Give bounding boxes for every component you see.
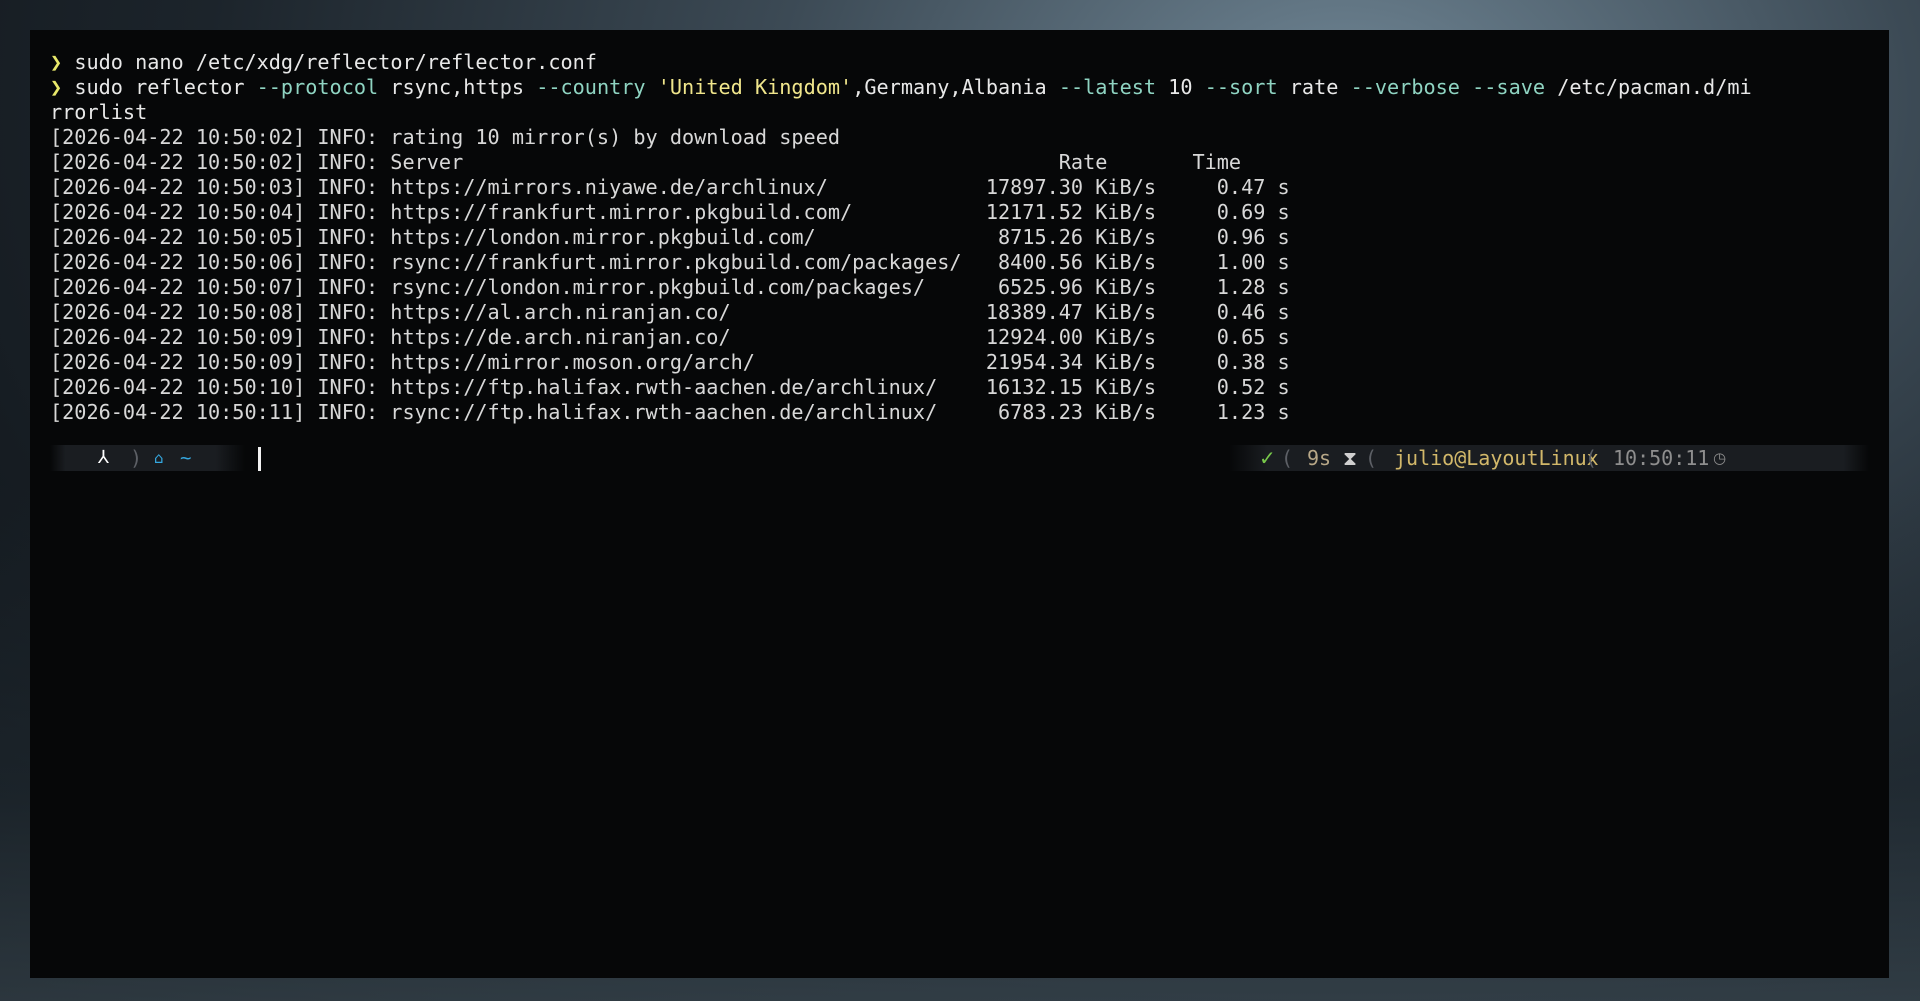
- command-text: sudo nano /etc/xdg/reflector/reflector.c…: [74, 50, 597, 74]
- prompt-separator: (: [1281, 446, 1294, 470]
- prompt-arrow-icon: ❯: [50, 75, 63, 99]
- current-directory: ~: [180, 447, 192, 469]
- output-line: [2026-04-22 10:50:11] INFO: rsync://ftp.…: [50, 400, 1290, 424]
- output-line: [2026-04-22 10:50:09] INFO: https://mirr…: [50, 350, 1290, 374]
- output-line: [2026-04-22 10:50:02] INFO: rating 10 mi…: [50, 125, 841, 149]
- output-line: [2026-04-22 10:50:08] INFO: https://al.a…: [50, 300, 1290, 324]
- output-line: [2026-04-22 10:50:04] INFO: https://fran…: [50, 200, 1290, 224]
- command-history: ❯ sudo nano /etc/xdg/reflector/reflector…: [50, 50, 1869, 125]
- prompt-separator: ): [130, 446, 143, 470]
- command-flag: --save: [1472, 75, 1546, 99]
- hourglass-icon: ⧗: [1343, 446, 1358, 470]
- prompt-time: 10:50:11: [1613, 446, 1710, 470]
- prompt-separator: (: [1585, 446, 1598, 470]
- prompt-left-segment: ⅄ ) ⌂ ~: [50, 445, 245, 471]
- command-text: 10: [1156, 75, 1205, 99]
- command-line-wrap: rrorlist: [50, 100, 148, 124]
- command-output: [2026-04-22 10:50:02] INFO: rating 10 mi…: [50, 125, 1869, 425]
- command-string: 'United Kingdom': [645, 75, 853, 99]
- command-line: ❯ sudo reflector --protocol rsync,https …: [50, 75, 1869, 100]
- prompt-right-segment: ✓ ( 9s ⧗ ( julio@LayoutLinux ( 10:50:11 …: [1229, 445, 1869, 471]
- command-flag: --protocol: [256, 75, 379, 99]
- success-check-icon: ✓: [1259, 446, 1276, 470]
- prompt-bar[interactable]: ⅄ ) ⌂ ~ ✓ ( 9s ⧗ ( julio@LayoutLinux ( 1…: [50, 443, 1869, 473]
- command-text: rate: [1277, 75, 1351, 99]
- command-text: [1460, 75, 1472, 99]
- command-text: ,Germany,Albania: [852, 75, 1059, 99]
- command-flag: --country: [536, 75, 646, 99]
- command-flag: --verbose: [1350, 75, 1460, 99]
- command-text: rsync,https: [378, 75, 537, 99]
- prompt-arrow-icon: ❯: [50, 50, 63, 74]
- output-line: [2026-04-22 10:50:03] INFO: https://mirr…: [50, 175, 1290, 199]
- output-line: [2026-04-22 10:50:10] INFO: https://ftp.…: [50, 375, 1290, 399]
- command-flag: --sort: [1204, 75, 1278, 99]
- output-line: [2026-04-22 10:50:06] INFO: rsync://fran…: [50, 250, 1290, 274]
- output-line: [2026-04-22 10:50:09] INFO: https://de.a…: [50, 325, 1290, 349]
- user-host: julio@LayoutLinux: [1394, 446, 1599, 470]
- prompt-separator: (: [1365, 446, 1378, 470]
- arch-linux-icon: ⅄: [98, 447, 109, 468]
- home-icon: ⌂: [154, 449, 164, 467]
- clock-icon: ◷: [1713, 449, 1727, 467]
- command-text: /etc/pacman.d/mi: [1545, 75, 1752, 99]
- output-line: [2026-04-22 10:50:07] INFO: rsync://lond…: [50, 275, 1290, 299]
- command-flag: --latest: [1058, 75, 1157, 99]
- output-line: [2026-04-22 10:50:05] INFO: https://lond…: [50, 225, 1290, 249]
- command-duration: 9s: [1307, 446, 1332, 470]
- command-text: sudo reflector: [74, 75, 257, 99]
- output-line: [2026-04-22 10:50:02] INFO: Server Rate …: [50, 150, 1242, 174]
- command-line: ❯ sudo nano /etc/xdg/reflector/reflector…: [50, 50, 1869, 75]
- terminal-window[interactable]: ❯ sudo nano /etc/xdg/reflector/reflector…: [30, 30, 1889, 978]
- text-cursor[interactable]: [258, 447, 261, 471]
